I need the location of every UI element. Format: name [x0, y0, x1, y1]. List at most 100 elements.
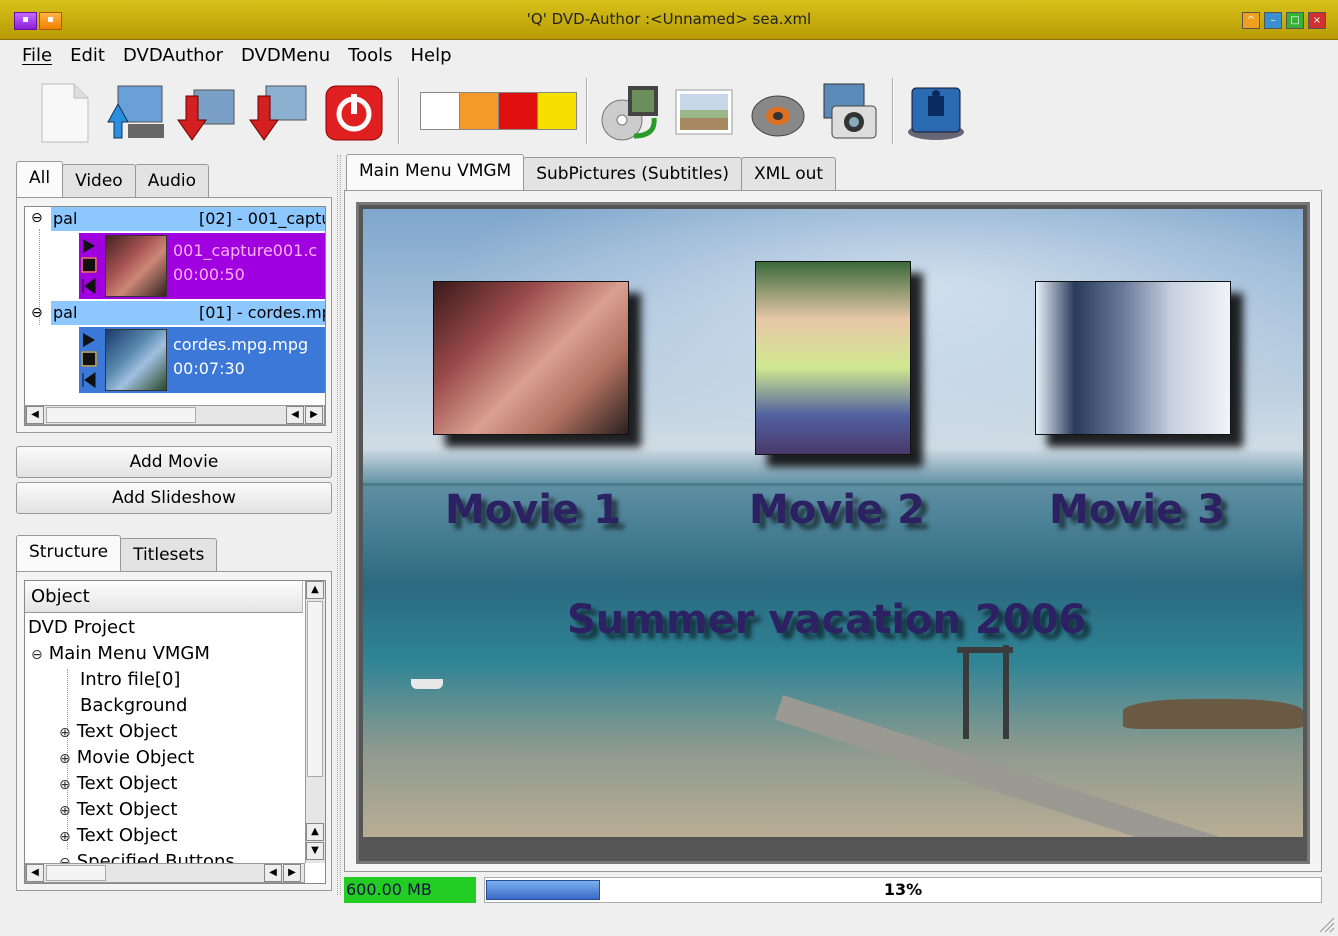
sound-icon[interactable] — [744, 80, 808, 144]
expand-icon[interactable]: ⊕ — [59, 803, 71, 819]
color-swatch-white[interactable] — [420, 92, 460, 130]
color-swatch-orange[interactable] — [459, 92, 499, 130]
tab-video[interactable]: Video — [62, 164, 136, 198]
scroll-right-icon[interactable]: ▶ — [283, 864, 301, 882]
clip-name: 001_capture001.c — [173, 241, 318, 260]
export-icon[interactable] — [174, 80, 238, 144]
add-movie-button[interactable]: Add Movie — [16, 446, 332, 478]
source-row[interactable]: pal [01] - cordes.mpg — [51, 301, 325, 325]
source-clip[interactable]: cordes.mpg.mpg 00:07:30 — [79, 327, 325, 393]
movie-1-label[interactable]: Movie 1 — [445, 487, 621, 533]
tab-subpictures[interactable]: SubPictures (Subtitles) — [523, 157, 742, 191]
scroll-down-icon[interactable]: ▼ — [306, 842, 324, 860]
scroll-left-icon[interactable]: ◀ — [26, 864, 44, 882]
structure-tabs: Structure Titlesets — [16, 535, 218, 572]
scroll-thumb[interactable] — [307, 601, 323, 777]
tree-item-text-object[interactable]: ⊕ Text Object — [59, 825, 177, 846]
scroll-thumb[interactable] — [46, 865, 106, 881]
scroll-up-icon[interactable]: ▲ — [306, 581, 324, 599]
add-slideshow-button[interactable]: Add Slideshow — [16, 482, 332, 514]
movie-to-dvd-icon[interactable] — [598, 80, 662, 144]
splitter-handle[interactable] — [337, 155, 341, 895]
menu-canvas[interactable]: Movie 1 Movie 2 Movie 3 Summer vacation … — [356, 202, 1310, 864]
progress-text: 13% — [883, 880, 923, 899]
clip-duration: 00:00:50 — [173, 265, 245, 284]
resize-grip-icon[interactable] — [1316, 914, 1336, 934]
new-file-icon[interactable] — [34, 80, 98, 144]
scroll-left-icon[interactable]: ◀ — [264, 864, 282, 882]
tab-structure[interactable]: Structure — [16, 535, 122, 571]
movie-2-label[interactable]: Movie 2 — [749, 487, 925, 533]
tab-xml-out[interactable]: XML out — [741, 157, 837, 191]
menu-dvdmenu[interactable]: DVDMenu — [241, 45, 330, 66]
tree-header[interactable]: Object — [25, 581, 303, 613]
import-icon[interactable] — [104, 80, 168, 144]
window-title: 'Q' DVD-Author :<Unnamed> sea.xml — [526, 10, 812, 28]
title-bar: ▪ ▪ 'Q' DVD-Author :<Unnamed> sea.xml ^ –… — [0, 0, 1338, 40]
clip-name: cordes.mpg.mpg — [173, 335, 309, 354]
menu-background-image: Movie 1 Movie 2 Movie 3 Summer vacation … — [363, 209, 1303, 837]
menu-file[interactable]: File — [22, 45, 52, 66]
scroll-up-icon[interactable]: ▲ — [306, 823, 324, 841]
collapse-icon[interactable]: ⊖ — [31, 210, 43, 226]
dvd-burn-icon[interactable] — [904, 80, 968, 144]
expand-icon[interactable]: ⊕ — [59, 829, 71, 845]
structure-tree[interactable]: Object DVD Project ⊖ Main Menu VMGM Intro… — [24, 580, 326, 884]
scroll-left-icon[interactable]: ◀ — [26, 406, 44, 424]
expand-icon[interactable]: ⊕ — [59, 777, 71, 793]
disk-size-label: 600.00 MB — [344, 877, 476, 903]
maximize-icon[interactable]: □ — [1286, 12, 1304, 29]
source-format: pal — [53, 303, 78, 322]
source-row[interactable]: pal [02] - 001_capture — [51, 207, 325, 231]
horizontal-scrollbar[interactable]: ◀ ◀ ▶ — [25, 863, 305, 883]
background-image-icon[interactable] — [672, 80, 736, 144]
movie-2-thumbnail[interactable] — [755, 261, 911, 455]
collapse-icon[interactable]: ⊖ — [31, 305, 43, 321]
source-list[interactable]: ⊖ pal [02] - 001_capture 001_capture001.… — [24, 206, 326, 426]
close-icon[interactable]: × — [1308, 12, 1326, 29]
power-icon[interactable] — [322, 80, 386, 144]
movie-3-thumbnail[interactable] — [1035, 281, 1231, 435]
color-swatch-yellow[interactable] — [537, 92, 577, 130]
tree-item-text-object[interactable]: ⊕ Text Object — [59, 799, 177, 820]
source-clip[interactable]: 001_capture001.c 00:00:50 — [79, 233, 325, 299]
tab-audio[interactable]: Audio — [134, 164, 210, 198]
tree-item-intro-file[interactable]: Intro file[0] — [80, 669, 180, 690]
tree-item-main-menu[interactable]: ⊖ Main Menu VMGM — [31, 643, 210, 664]
menu-edit[interactable]: Edit — [70, 45, 105, 66]
shade-icon[interactable]: ^ — [1242, 12, 1260, 29]
menu-help[interactable]: Help — [410, 45, 451, 66]
tree-item-background[interactable]: Background — [80, 695, 187, 716]
tab-titlesets[interactable]: Titlesets — [120, 538, 218, 572]
tree-item-text-object[interactable]: ⊕ Text Object — [59, 773, 177, 794]
export-alt-icon[interactable] — [246, 80, 310, 144]
source-panel: ⊖ pal [02] - 001_capture 001_capture001.… — [16, 197, 332, 433]
progress-bar: 13% — [484, 877, 1322, 903]
source-title: [01] - cordes.mpg — [199, 303, 325, 322]
expand-icon[interactable]: ⊕ — [59, 751, 71, 767]
tree-item-dvd-project[interactable]: DVD Project — [28, 617, 135, 638]
menu-tools[interactable]: Tools — [348, 45, 392, 66]
clip-controls-icon — [79, 329, 99, 391]
clip-thumbnail — [105, 329, 167, 391]
collapse-icon[interactable]: ⊖ — [31, 647, 43, 663]
scroll-left-icon[interactable]: ◀ — [286, 406, 304, 424]
clip-duration: 00:07:30 — [173, 359, 245, 378]
menu-title-text[interactable]: Summer vacation 2006 — [567, 597, 1086, 643]
tree-item-text-object[interactable]: ⊕ Text Object — [59, 721, 177, 742]
tab-main-menu-vmgm[interactable]: Main Menu VMGM — [346, 154, 525, 190]
tree-item-movie-object[interactable]: ⊕ Movie Object — [59, 747, 194, 768]
movie-3-label[interactable]: Movie 3 — [1049, 487, 1225, 533]
vertical-scrollbar[interactable]: ▲ ▲ ▼ — [305, 581, 325, 863]
tab-all[interactable]: All — [16, 161, 64, 197]
color-swatch-red[interactable] — [498, 92, 538, 130]
expand-icon[interactable]: ⊕ — [59, 725, 71, 741]
menu-dvdauthor[interactable]: DVDAuthor — [123, 45, 223, 66]
camera-icon[interactable] — [818, 80, 882, 144]
scroll-right-icon[interactable]: ▶ — [305, 406, 323, 424]
movie-1-thumbnail[interactable] — [433, 281, 629, 435]
scroll-thumb[interactable] — [46, 407, 196, 423]
minimize-icon[interactable]: – — [1264, 12, 1282, 29]
horizontal-scrollbar[interactable]: ◀ ◀ ▶ — [25, 405, 325, 425]
window-controls: ^ – □ × — [1238, 12, 1326, 29]
